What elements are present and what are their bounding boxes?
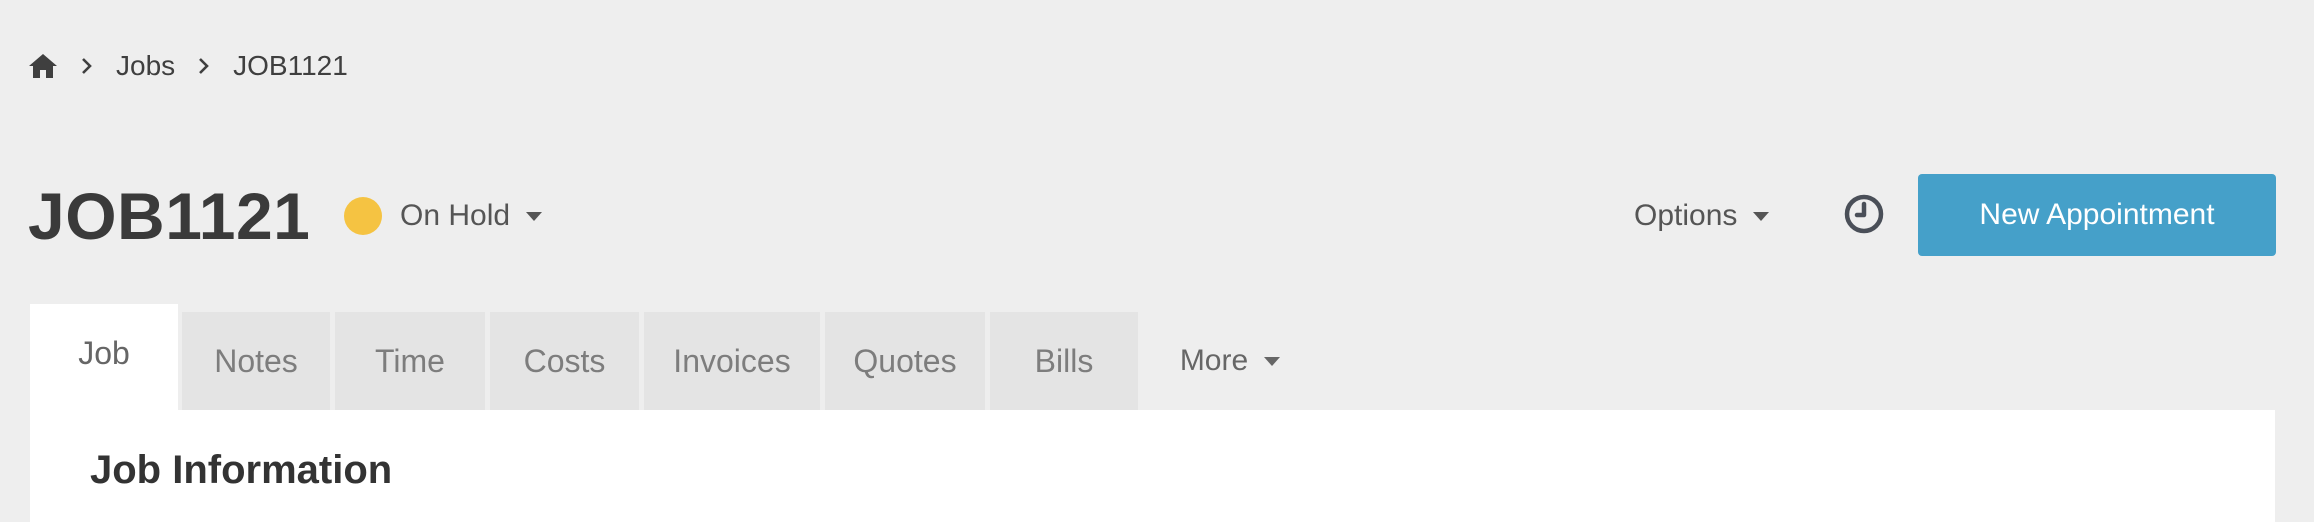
page-header: JOB1121 On Hold Options New Appointment xyxy=(0,170,2314,260)
job-panel: Job Information xyxy=(30,410,2275,522)
tab-quotes[interactable]: Quotes xyxy=(825,312,985,410)
clock-icon xyxy=(1844,194,1884,234)
history-button[interactable] xyxy=(1842,192,1886,236)
breadcrumb: Jobs JOB1121 xyxy=(28,46,348,86)
status-dot xyxy=(344,197,382,235)
chevron-right-icon xyxy=(175,52,233,80)
new-appointment-button[interactable]: New Appointment xyxy=(1918,174,2276,256)
tab-invoices[interactable]: Invoices xyxy=(644,312,820,410)
status-label: On Hold xyxy=(400,199,511,232)
options-dropdown[interactable]: Options xyxy=(1634,194,1770,238)
tab-job[interactable]: Job xyxy=(30,304,178,410)
more-label: More xyxy=(1179,344,1249,377)
caret-down-icon xyxy=(526,211,543,221)
tab-notes[interactable]: Notes xyxy=(182,312,330,410)
breadcrumb-jobs-link[interactable]: Jobs xyxy=(116,50,175,82)
home-icon[interactable] xyxy=(28,52,58,80)
status-dropdown[interactable]: On Hold xyxy=(344,194,543,238)
caret-down-icon xyxy=(1753,211,1770,221)
chevron-right-icon xyxy=(58,52,116,80)
breadcrumb-current: JOB1121 xyxy=(233,50,348,81)
options-label: Options xyxy=(1634,199,1738,232)
tab-more-dropdown[interactable]: More xyxy=(1150,312,1310,410)
tab-costs[interactable]: Costs xyxy=(490,312,639,410)
section-title: Job Information xyxy=(90,448,393,492)
caret-down-icon xyxy=(1264,356,1281,366)
page-title: JOB1121 xyxy=(28,179,311,253)
tab-time[interactable]: Time xyxy=(335,312,485,410)
tab-bills[interactable]: Bills xyxy=(990,312,1138,410)
